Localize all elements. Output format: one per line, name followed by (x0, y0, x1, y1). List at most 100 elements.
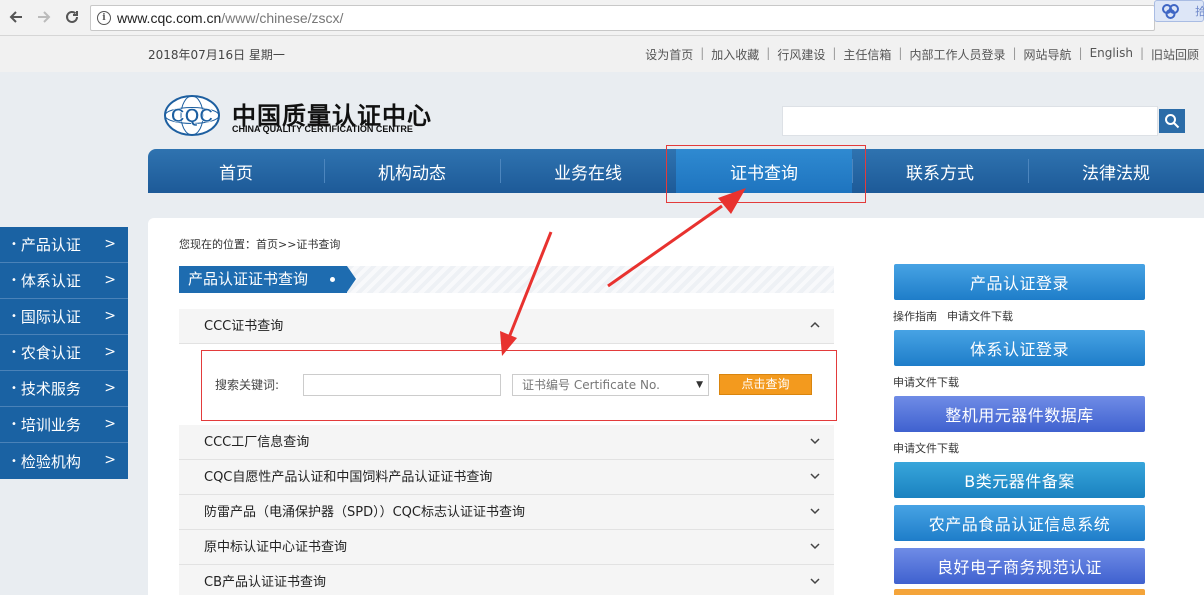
sidebar-item-system-cert[interactable]: • 体系认证 > (0, 263, 128, 299)
bullet-icon: • (11, 419, 17, 430)
nav-contact[interactable]: 联系方式 (852, 149, 1028, 193)
sidebar-item-label: 体系认证 (20, 272, 81, 290)
link-english[interactable]: English (1090, 46, 1133, 63)
link-director-mailbox[interactable]: 主任信箱 (843, 46, 891, 63)
accordion-label: CCC证书查询 (204, 319, 284, 334)
accordion-cqc-voluntary[interactable]: CQC自愿性产品认证和中国饲料产品认证证书查询 (179, 460, 834, 495)
ecommerce-cert-button[interactable]: 良好电子商务规范认证 (894, 548, 1145, 584)
separator: | (1012, 46, 1017, 60)
chevron-down-icon (810, 425, 820, 460)
keyword-input[interactable] (303, 374, 501, 396)
sidebar-item-label: 产品认证 (20, 236, 81, 254)
section-title: 产品认证证书查询 (179, 266, 356, 293)
separator: | (1078, 46, 1083, 60)
accordion-label: CQC自愿性产品认证和中国饲料产品认证证书查询 (204, 470, 493, 485)
cloud-icon (1161, 3, 1181, 21)
separator: | (898, 46, 903, 60)
sidebar-item-product-cert[interactable]: • 产品认证 > (0, 227, 128, 263)
sidebar-item-tech-service[interactable]: • 技术服务 > (0, 371, 128, 407)
chevron-right-icon: > (104, 380, 116, 396)
sidebar-item-inspection[interactable]: • 检验机构 > (0, 443, 128, 479)
browser-toolbar: i www.cqc.com.cn/www/chinese/zscx/ 拾 (0, 0, 1204, 36)
separator: | (832, 46, 837, 60)
link-set-homepage[interactable]: 设为首页 (645, 46, 693, 63)
chevron-right-icon: > (104, 416, 116, 432)
extension-label: 拾 (1195, 5, 1204, 18)
product-cert-login-button[interactable]: 产品认证登录 (894, 264, 1145, 300)
url-path: /www/chinese/zscx/ (221, 10, 344, 26)
link-conduct[interactable]: 行风建设 (777, 46, 825, 63)
system-cert-links: 申请文件下载 (893, 374, 969, 390)
search-icon[interactable] (1159, 109, 1185, 133)
separator: | (766, 46, 771, 60)
dot-icon (330, 277, 335, 282)
address-bar[interactable]: i www.cqc.com.cn/www/chinese/zscx/ (90, 5, 1155, 31)
components-database-button[interactable]: 整机用元器件数据库 (894, 396, 1145, 432)
category-sidebar: • 产品认证 > • 体系认证 > • 国际认证 > • 农食认证 > • 技术服务 > • 培训业务… (0, 227, 128, 479)
search-type-select[interactable]: 证书编号 Certificate No. ▼ (512, 374, 709, 396)
sidebar-item-label: 技术服务 (20, 380, 81, 398)
caret-down-icon: ▼ (696, 380, 703, 390)
accordion-label: CCC工厂信息查询 (204, 435, 310, 450)
bullet-icon: • (11, 455, 17, 467)
link-staff-login[interactable]: 内部工作人员登录 (909, 46, 1005, 63)
accordion-spd[interactable]: 防雷产品（电涌保护器（SPD））CQC标志认证证书查询 (179, 495, 834, 530)
link-guide[interactable]: 操作指南 (893, 310, 937, 323)
extension-button[interactable]: 拾 (1154, 0, 1204, 22)
sidebar-item-label: 农食认证 (20, 344, 81, 362)
url-host: www.cqc.com.cn (117, 10, 222, 26)
arrow-right-icon[interactable] (33, 6, 55, 28)
site-search-input[interactable] (782, 106, 1158, 136)
breadcrumb: 您现在的位置：首页>>证书查询 (179, 238, 341, 251)
bullet-icon: • (11, 347, 17, 358)
link-download-docs[interactable]: 申请文件下载 (947, 310, 1013, 323)
nav-home[interactable]: 首页 (148, 149, 324, 193)
url-text[interactable]: www.cqc.com.cn/www/chinese/zscx/ (117, 10, 343, 26)
system-cert-login-button[interactable]: 体系认证登录 (894, 330, 1145, 366)
bullet-icon: • (11, 239, 17, 250)
agri-food-system-button[interactable]: 农产品食品认证信息系统 (894, 505, 1145, 541)
accordion-former-cqm[interactable]: 原中标认证中心证书查询 (179, 530, 834, 565)
keyword-label: 搜索关键词: (215, 378, 280, 392)
b-class-filing-button[interactable]: B类元器件备案 (894, 462, 1145, 498)
accordion-label: 防雷产品（电涌保护器（SPD））CQC标志认证证书查询 (204, 505, 525, 520)
logo-text: CQC (171, 106, 214, 127)
sidebar-item-agri-food-cert[interactable]: • 农食认证 > (0, 335, 128, 371)
reload-icon[interactable] (61, 6, 83, 28)
cqc-logo-emblem: CQC (164, 95, 220, 136)
accordion-label: CB产品认证证书查询 (204, 575, 326, 590)
nav-online-business[interactable]: 业务在线 (500, 149, 676, 193)
sidebar-item-label: 国际认证 (20, 308, 81, 326)
sidebar-item-label: 培训业务 (20, 416, 81, 434)
link-download-docs[interactable]: 申请文件下载 (893, 442, 959, 455)
select-value: 证书编号 Certificate No. (522, 378, 660, 392)
bullet-icon: • (11, 383, 17, 394)
chevron-down-icon (810, 530, 820, 565)
nav-news[interactable]: 机构动态 (324, 149, 500, 193)
orange-banner-edge[interactable] (894, 589, 1145, 595)
chevron-down-icon (810, 495, 820, 530)
site-logo[interactable]: CQC 中国质量认证中心 CHINA QUALITY CERTIFICATION… (163, 94, 431, 140)
separator: | (1139, 46, 1144, 60)
arrow-left-icon[interactable] (5, 6, 27, 28)
sidebar-item-label: 检验机构 (20, 452, 81, 471)
section-header: 产品认证证书查询 (179, 266, 834, 293)
accordion-ccc-factory[interactable]: CCC工厂信息查询 (179, 425, 834, 460)
chevron-right-icon: > (104, 236, 116, 252)
components-links: 申请文件下载 (893, 440, 969, 456)
accordion-label: 原中标认证中心证书查询 (204, 540, 348, 555)
link-add-favorite[interactable]: 加入收藏 (711, 46, 759, 63)
info-icon[interactable]: i (97, 11, 111, 25)
nav-laws[interactable]: 法律法规 (1028, 149, 1204, 193)
query-button[interactable]: 点击查询 (719, 374, 812, 395)
link-old-site[interactable]: 旧站回顾 (1151, 46, 1199, 63)
accordion-cb[interactable]: CB产品认证证书查询 (179, 565, 834, 595)
sidebar-item-training[interactable]: • 培训业务 > (0, 407, 128, 443)
sidebar-item-international-cert[interactable]: • 国际认证 > (0, 299, 128, 335)
bullet-icon: • (11, 311, 17, 322)
main-nav: 首页 机构动态 业务在线 证书查询 联系方式 法律法规 (148, 149, 1204, 193)
accordion-ccc-certificate[interactable]: CCC证书查询 (179, 309, 834, 344)
link-download-docs[interactable]: 申请文件下载 (893, 376, 959, 389)
nav-certificate-query[interactable]: 证书查询 (676, 149, 852, 193)
link-site-map[interactable]: 网站导航 (1024, 46, 1072, 63)
